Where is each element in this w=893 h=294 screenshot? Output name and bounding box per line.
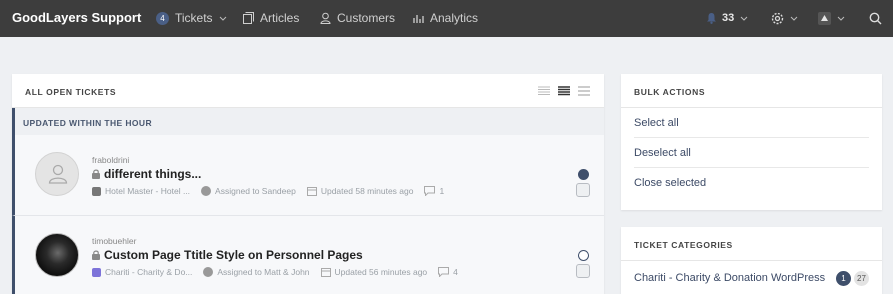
ticket-updated-text: Updated 56 minutes ago <box>334 267 428 277</box>
ticket-row[interactable]: timobuehler Custom Page Ttitle Style on … <box>12 216 604 294</box>
ticket-product[interactable]: Chariti - Charity & Do... <box>92 267 192 277</box>
ticket-assignee: Assigned to Sandeep <box>201 186 296 196</box>
ticket-checkbox[interactable] <box>576 183 590 197</box>
search-button[interactable] <box>869 11 882 25</box>
panel-title: ALL OPEN TICKETS <box>25 87 117 97</box>
search-icon <box>869 12 882 24</box>
view-expanded-icon[interactable] <box>578 86 590 96</box>
calendar-icon <box>320 268 331 277</box>
avatar <box>35 152 79 196</box>
user-avatar-icon <box>818 11 831 25</box>
lock-icon <box>92 169 100 179</box>
nav-customers[interactable]: Customers <box>320 11 395 25</box>
customers-icon <box>320 12 331 24</box>
ticket-product-text: Hotel Master - Hotel ... <box>105 186 191 196</box>
deselect-all-link[interactable]: Deselect all <box>634 138 869 168</box>
analytics-icon <box>413 14 424 23</box>
comment-icon <box>424 186 436 196</box>
panel-header: BULK ACTIONS <box>621 74 882 108</box>
open-tickets-panel: ALL OPEN TICKETS UPDATED WITHIN THE HOUR… <box>12 74 604 294</box>
category-item[interactable]: Chariti - Charity & Donation WordPress 1… <box>621 261 882 294</box>
brand-title[interactable]: GoodLayers Support <box>12 10 141 25</box>
nav-articles-label: Articles <box>260 11 300 25</box>
category-count-primary: 1 <box>836 270 851 286</box>
comment-icon <box>438 267 450 277</box>
ticket-meta: Hotel Master - Hotel ... Assigned to San… <box>92 186 455 196</box>
top-navigation-bar: GoodLayers Support 4 Tickets Articles Cu… <box>0 0 893 37</box>
ticket-meta: Chariti - Charity & Do... Assigned to Ma… <box>92 267 469 277</box>
ticket-comments-count: 1 <box>439 186 445 196</box>
view-compact-icon[interactable] <box>538 86 550 96</box>
ticket-checkbox[interactable] <box>576 264 590 278</box>
status-indicator <box>578 169 589 180</box>
nav-analytics[interactable]: Analytics <box>413 11 478 25</box>
view-toggle <box>538 86 590 96</box>
settings-menu[interactable] <box>771 11 798 25</box>
ticket-comments: 4 <box>438 267 458 277</box>
bulk-actions-panel: BULK ACTIONS Select all Deselect all Clo… <box>621 74 882 210</box>
ticket-row[interactable]: fraboldrini different things... Hotel Ma… <box>12 135 604 216</box>
ticket-updated: Updated 58 minutes ago <box>306 186 414 196</box>
chevron-down-icon <box>790 16 798 21</box>
ticket-subject[interactable]: different things... <box>92 167 201 181</box>
section-header: UPDATED WITHIN THE HOUR <box>12 108 604 135</box>
lock-icon <box>92 250 100 260</box>
tickets-count-badge: 4 <box>156 11 169 25</box>
view-list-icon[interactable] <box>558 86 570 96</box>
panel-header: TICKET CATEGORIES <box>621 227 882 261</box>
ticket-product-text: Chariti - Charity & Do... <box>105 267 193 277</box>
panel-header: ALL OPEN TICKETS <box>12 74 604 108</box>
calendar-icon <box>306 187 317 196</box>
select-all-link[interactable]: Select all <box>634 108 869 138</box>
chevron-down-icon <box>740 16 748 21</box>
notifications-menu[interactable]: 33 <box>706 11 748 25</box>
bell-icon <box>707 13 716 24</box>
ticket-categories-title: TICKET CATEGORIES <box>634 240 733 250</box>
status-indicator <box>578 250 589 261</box>
ticket-subject-text: different things... <box>104 167 202 181</box>
chevron-down-icon <box>219 16 226 21</box>
ticket-assignee-text: Assigned to Matt & John <box>217 267 310 277</box>
section-title: UPDATED WITHIN THE HOUR <box>23 118 152 128</box>
nav-tickets-label: Tickets <box>175 11 213 25</box>
bulk-actions-list: Select all Deselect all Close selected <box>621 108 882 198</box>
ticket-comments-count: 4 <box>453 267 458 277</box>
nav-tickets[interactable]: 4 Tickets <box>156 11 227 25</box>
ticket-assignee-text: Assigned to Sandeep <box>215 186 296 196</box>
ticket-categories-panel: TICKET CATEGORIES Chariti - Charity & Do… <box>621 227 882 294</box>
ticket-comments: 1 <box>424 186 444 196</box>
bulk-actions-title: BULK ACTIONS <box>634 87 706 97</box>
assignee-icon <box>203 267 214 277</box>
user-menu[interactable] <box>818 11 845 25</box>
category-name: Chariti - Charity & Donation WordPress <box>634 272 826 284</box>
avatar <box>35 233 79 277</box>
ticket-updated-text: Updated 58 minutes ago <box>320 186 414 196</box>
ticket-subject[interactable]: Custom Page Ttitle Style on Personnel Pa… <box>92 248 363 262</box>
nav-articles[interactable]: Articles <box>243 11 299 25</box>
ticket-subject-text: Custom Page Ttitle Style on Personnel Pa… <box>104 248 363 262</box>
assignee-icon <box>201 186 212 196</box>
nav-analytics-label: Analytics <box>430 11 479 25</box>
close-selected-link[interactable]: Close selected <box>634 168 869 198</box>
chevron-down-icon <box>837 16 845 21</box>
product-icon <box>92 186 101 196</box>
product-icon <box>92 267 101 277</box>
category-count-secondary: 27 <box>854 270 869 286</box>
ticket-product[interactable]: Hotel Master - Hotel ... <box>92 186 190 196</box>
ticket-updated: Updated 56 minutes ago <box>320 267 428 277</box>
ticket-author[interactable]: timobuehler <box>92 236 136 246</box>
default-user-icon <box>48 164 68 184</box>
gear-icon <box>771 12 784 24</box>
articles-icon <box>243 12 254 24</box>
ticket-author[interactable]: fraboldrini <box>92 155 129 165</box>
nav-customers-label: Customers <box>337 11 396 25</box>
ticket-assignee: Assigned to Matt & John <box>203 267 310 277</box>
notifications-count: 33 <box>722 12 735 24</box>
